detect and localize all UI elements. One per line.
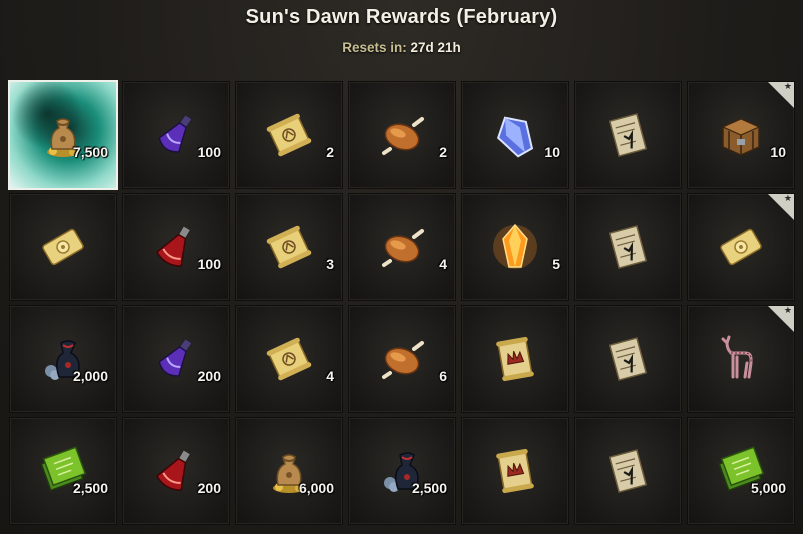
reward-quantity: 2,000	[72, 368, 108, 384]
reward-quantity: 10	[770, 144, 786, 160]
crown-scroll-icon	[489, 333, 541, 385]
reward-tile[interactable]: 10 ★	[688, 81, 794, 188]
rewards-header: Sun's Dawn Rewards (February) Resets in:…	[0, 0, 803, 78]
parchment-scroll-icon	[602, 221, 654, 273]
reward-quantity: 200	[197, 480, 221, 496]
star-icon: ★	[783, 193, 792, 203]
reward-quantity: 7,500	[72, 144, 108, 160]
reward-tile[interactable]: ★	[688, 193, 794, 300]
reward-quantity: 3	[326, 256, 334, 272]
reward-quantity: 100	[197, 144, 221, 160]
reward-tile[interactable]: 4	[349, 194, 455, 300]
rewards-grid: 7,500 100 2 2 10 10 ★ 100 3 4 5 ★ 2,000 200 4 6 ★ 2,500 20…	[8, 80, 798, 530]
golden-scroll-icon	[263, 221, 315, 273]
reward-quantity: 200	[197, 368, 221, 384]
reward-tile[interactable]: 2,500	[349, 418, 455, 524]
purple-potion-icon	[150, 109, 202, 161]
reward-tile[interactable]: 200	[123, 306, 229, 412]
reset-timer: Resets in: 27d 21h	[0, 40, 803, 55]
star-icon: ★	[783, 305, 792, 315]
reward-tile[interactable]	[462, 418, 568, 524]
reward-tile[interactable]: 4	[236, 306, 342, 412]
reward-tile[interactable]: 6	[349, 306, 455, 412]
reward-quantity: 2	[326, 144, 334, 160]
crown-scroll-icon	[489, 445, 541, 497]
reward-quantity: 6	[439, 368, 447, 384]
reward-tile[interactable]: 5	[462, 194, 568, 300]
reward-tile[interactable]	[462, 306, 568, 412]
reward-quantity: 2,500	[411, 480, 447, 496]
reward-tile[interactable]: ★	[688, 305, 794, 412]
reward-quantity: 4	[326, 368, 334, 384]
reward-quantity: 6,000	[298, 480, 334, 496]
reward-tile[interactable]	[575, 194, 681, 300]
reward-quantity: 4	[439, 256, 447, 272]
parchment-scroll-icon	[602, 445, 654, 497]
reward-tile[interactable]: 100	[123, 194, 229, 300]
reward-tile[interactable]	[575, 418, 681, 524]
golden-scroll-icon	[263, 109, 315, 161]
parchment-scroll-icon	[602, 333, 654, 385]
reward-tile[interactable]: 2	[236, 82, 342, 188]
purple-potion-icon	[150, 333, 202, 385]
reward-tile[interactable]: 200	[123, 418, 229, 524]
reward-tile[interactable]: 2,000	[10, 306, 116, 412]
reward-tile[interactable]	[575, 306, 681, 412]
reward-quantity: 5	[552, 256, 560, 272]
roast-food-icon	[376, 221, 428, 273]
golden-ticket-icon	[37, 221, 89, 273]
red-potion-icon	[150, 445, 202, 497]
reward-tile[interactable]	[10, 194, 116, 300]
deer-figure-icon	[715, 333, 767, 385]
parchment-scroll-icon	[602, 109, 654, 161]
reset-timer-label: Resets in:	[342, 40, 407, 55]
reward-tile[interactable]	[575, 82, 681, 188]
reward-tile[interactable]: 5,000	[688, 418, 794, 524]
reward-tile[interactable]: 10	[462, 82, 568, 188]
golden-scroll-icon	[263, 333, 315, 385]
reward-quantity: 2,500	[72, 480, 108, 496]
wooden-crate-icon	[715, 109, 767, 161]
roast-food-icon	[376, 109, 428, 161]
star-icon: ★	[783, 81, 792, 91]
reset-timer-value: 27d 21h	[410, 40, 461, 55]
page-title: Sun's Dawn Rewards (February)	[245, 6, 558, 28]
reward-quantity: 2	[439, 144, 447, 160]
reward-tile[interactable]: 6,000	[236, 418, 342, 524]
golden-ticket-icon	[715, 221, 767, 273]
reward-tile[interactable]: 2,500	[10, 418, 116, 524]
reward-quantity: 5,000	[750, 480, 786, 496]
reward-quantity: 10	[544, 144, 560, 160]
roast-food-icon	[376, 333, 428, 385]
orange-crystal-icon	[489, 221, 541, 273]
reward-quantity: 100	[197, 256, 221, 272]
reward-tile[interactable]: 3	[236, 194, 342, 300]
reward-tile[interactable]: 2	[349, 82, 455, 188]
reward-tile[interactable]: 7,500	[10, 82, 116, 188]
blue-crystal-icon	[489, 109, 541, 161]
red-potion-icon	[150, 221, 202, 273]
reward-tile[interactable]: 100	[123, 82, 229, 188]
